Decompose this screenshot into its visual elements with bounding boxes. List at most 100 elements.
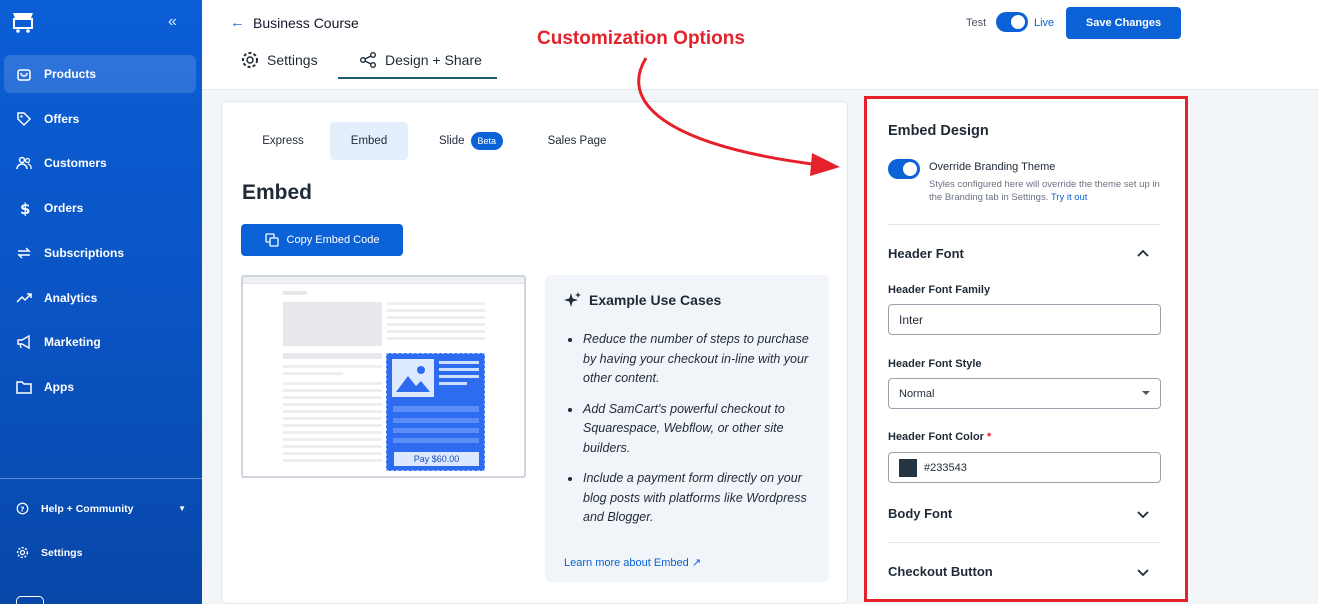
learn-more-label: Learn more about Embed <box>564 557 689 569</box>
samcart-logo-icon[interactable] <box>10 11 36 33</box>
header-font-color-input[interactable]: #233543 <box>888 452 1161 483</box>
mock-line <box>439 382 467 385</box>
dollar-icon: $ <box>20 200 30 216</box>
svg-text:$: $ <box>20 200 30 216</box>
mock-line <box>283 459 382 462</box>
mock-line <box>387 337 485 340</box>
avatar[interactable] <box>16 596 44 604</box>
mock-line <box>283 410 382 413</box>
mock-method-row <box>393 406 479 412</box>
override-branding-toggle[interactable] <box>888 159 920 179</box>
color-swatch[interactable] <box>899 458 917 477</box>
mock-line <box>439 375 479 378</box>
repeat-icon <box>17 247 31 259</box>
sparkles-icon <box>564 292 581 307</box>
color-value: #233543 <box>924 461 967 474</box>
mock-browser-bar <box>243 277 524 284</box>
chevron-up-icon <box>1137 249 1149 257</box>
mock-line <box>387 316 485 319</box>
color-label-text: Header Font Color <box>888 431 984 443</box>
override-label: Override Branding Theme <box>929 161 1056 173</box>
select-value: Normal <box>899 387 935 400</box>
subtab-embed[interactable]: Embed <box>330 122 408 160</box>
mock-line <box>283 417 382 420</box>
dropdown-arrow-icon <box>1142 391 1150 395</box>
sidebar-item-customers[interactable]: Customers <box>4 144 196 182</box>
embed-preview-illustration: Pay $60.00 <box>241 275 526 478</box>
subtab-express[interactable]: Express <box>244 122 322 160</box>
back-arrow-icon[interactable]: ← <box>230 14 245 31</box>
mock-line <box>283 365 382 368</box>
divider <box>888 224 1161 225</box>
mock-input <box>393 438 479 443</box>
mock-image-block <box>283 302 382 346</box>
caret-down-icon: ▼ <box>178 504 186 513</box>
tab-settings[interactable]: Settings <box>241 51 318 69</box>
mock-pay-button: Pay $60.00 <box>394 452 479 466</box>
sidebar-item-orders[interactable]: $ Orders <box>4 189 196 227</box>
save-changes-button[interactable]: Save Changes <box>1066 7 1181 39</box>
tab-label: Settings <box>267 52 318 68</box>
subtab-slide[interactable]: Slide Beta <box>426 122 516 160</box>
mock-line <box>439 368 479 371</box>
sidebar-item-subscriptions[interactable]: Subscriptions <box>4 234 196 272</box>
sidebar-item-label: Marketing <box>44 335 101 349</box>
sidebar-item-help-community[interactable]: ? Help + Community ▼ <box>16 502 186 515</box>
try-it-out-link[interactable]: Try it out <box>1051 192 1088 203</box>
mock-line <box>283 452 382 455</box>
sidebar-item-marketing[interactable]: Marketing <box>4 323 196 361</box>
example-list: Reduce the number of steps to purchase b… <box>564 330 814 539</box>
sidebar-item-products[interactable]: Products <box>4 55 196 93</box>
header-font-family-input[interactable] <box>888 304 1161 335</box>
mock-block <box>283 353 382 359</box>
mock-line <box>283 403 382 406</box>
mock-input <box>393 428 479 433</box>
share-icon <box>360 52 376 68</box>
settings-label: Settings <box>41 546 83 559</box>
live-mode-label: Live <box>1034 17 1055 29</box>
annotation-arrow-icon <box>637 57 840 176</box>
external-link-icon: ↗ <box>691 557 702 569</box>
chevron-down-icon <box>1137 510 1149 518</box>
mock-line <box>283 431 382 434</box>
sidebar-item-analytics[interactable]: Analytics <box>4 279 196 317</box>
mock-line <box>283 424 382 427</box>
list-item: Add SamCart's powerful checkout to Squar… <box>564 400 814 459</box>
header-font-color-label: Header Font Color * <box>888 431 991 443</box>
checkout-button-section-toggle[interactable]: Checkout Button <box>888 564 1150 579</box>
learn-more-link[interactable]: Learn more about Embed ↗ <box>564 556 701 569</box>
sidebar-item-label: Analytics <box>44 291 98 305</box>
annotation-label: Customization Options <box>537 28 745 49</box>
mock-line <box>283 438 382 441</box>
sidebar-item-label: Subscriptions <box>44 246 125 260</box>
body-font-section-toggle[interactable]: Body Font <box>888 506 1150 521</box>
trend-icon <box>16 293 32 303</box>
header-font-section-toggle[interactable]: Header Font <box>888 246 1150 261</box>
svg-text:?: ? <box>20 504 24 513</box>
mock-line <box>283 445 382 448</box>
collapse-sidebar-icon[interactable]: « <box>168 13 177 31</box>
tab-design-share[interactable]: Design + Share <box>359 51 482 69</box>
sidebar-item-apps[interactable]: Apps <box>4 368 196 406</box>
header-font-family-label: Header Font Family <box>888 284 991 296</box>
sidebar: « Products Offers Customers $ Orders Sub… <box>0 0 202 604</box>
sidebar-item-offers[interactable]: Offers <box>4 100 196 138</box>
active-tab-indicator <box>338 77 497 79</box>
mock-line <box>283 389 382 392</box>
sidebar-item-label: Customers <box>44 156 107 170</box>
mock-line <box>439 361 479 364</box>
copy-embed-code-button[interactable]: Copy Embed Code <box>241 224 403 256</box>
sidebar-item-settings[interactable]: Settings <box>16 546 186 559</box>
mock-line <box>387 302 485 305</box>
sidebar-item-label: Orders <box>44 201 84 215</box>
override-description: Styles configured here will override the… <box>929 178 1169 204</box>
test-live-toggle[interactable] <box>996 12 1028 32</box>
mock-line <box>283 372 343 375</box>
header-font-style-select[interactable]: Normal <box>888 378 1161 409</box>
tab-label: Design + Share <box>385 52 482 68</box>
example-title: Example Use Cases <box>589 292 722 308</box>
mock-input <box>393 418 479 423</box>
image-placeholder-icon <box>392 359 434 397</box>
mock-line <box>387 330 485 333</box>
help-icon: ? <box>16 502 29 515</box>
